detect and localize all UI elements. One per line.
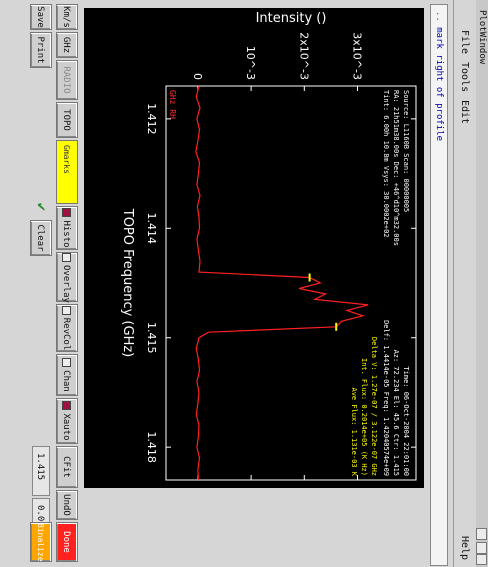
chan-toggle[interactable]: Chan <box>56 354 78 396</box>
revcol-toggle[interactable]: RevCol <box>56 304 78 352</box>
chan-label: Chan <box>61 370 71 392</box>
plot-window: PlotWindow File Tools Edit Help .. mark … <box>0 0 488 567</box>
print-button[interactable]: Print <box>30 32 52 68</box>
xauto-label: Xauto <box>61 413 71 441</box>
overlay-label: Overlay <box>61 265 71 303</box>
undo-button[interactable]: UndO <box>56 490 78 520</box>
binalize-button[interactable]: Binalize <box>30 522 52 562</box>
save-button[interactable]: Save <box>30 4 52 30</box>
status-field: Gmarks <box>56 140 78 204</box>
xauto-checkbox <box>62 401 71 411</box>
overlay-checkbox <box>62 253 71 262</box>
checkmark-icon: ✔ <box>33 202 49 212</box>
histo-label: Histo <box>61 220 71 248</box>
xauto-toggle[interactable]: Xauto <box>56 398 78 444</box>
histo-checkbox <box>62 208 71 218</box>
ghz-button[interactable]: GHz <box>56 32 78 58</box>
histo-toggle[interactable]: Histo <box>56 206 78 250</box>
topo-button[interactable]: TOPO <box>56 102 78 138</box>
readout-x: 1.415 <box>32 446 50 496</box>
done-button[interactable]: Done <box>56 522 78 562</box>
kms-button[interactable]: Km/s <box>56 4 78 30</box>
radio-button[interactable]: RADIO <box>56 60 78 100</box>
revcol-label: RevCol <box>61 317 71 351</box>
control-bar: Km/s GHz RADIO TOPO Gmarks Histo Overlay… <box>0 0 488 567</box>
clear-button[interactable]: Clear <box>30 220 52 256</box>
revcol-checkbox <box>62 305 71 315</box>
chan-checkbox <box>62 358 71 368</box>
cfit-button[interactable]: CFit <box>56 446 78 488</box>
overlay-toggle[interactable]: Overlay <box>56 252 78 303</box>
